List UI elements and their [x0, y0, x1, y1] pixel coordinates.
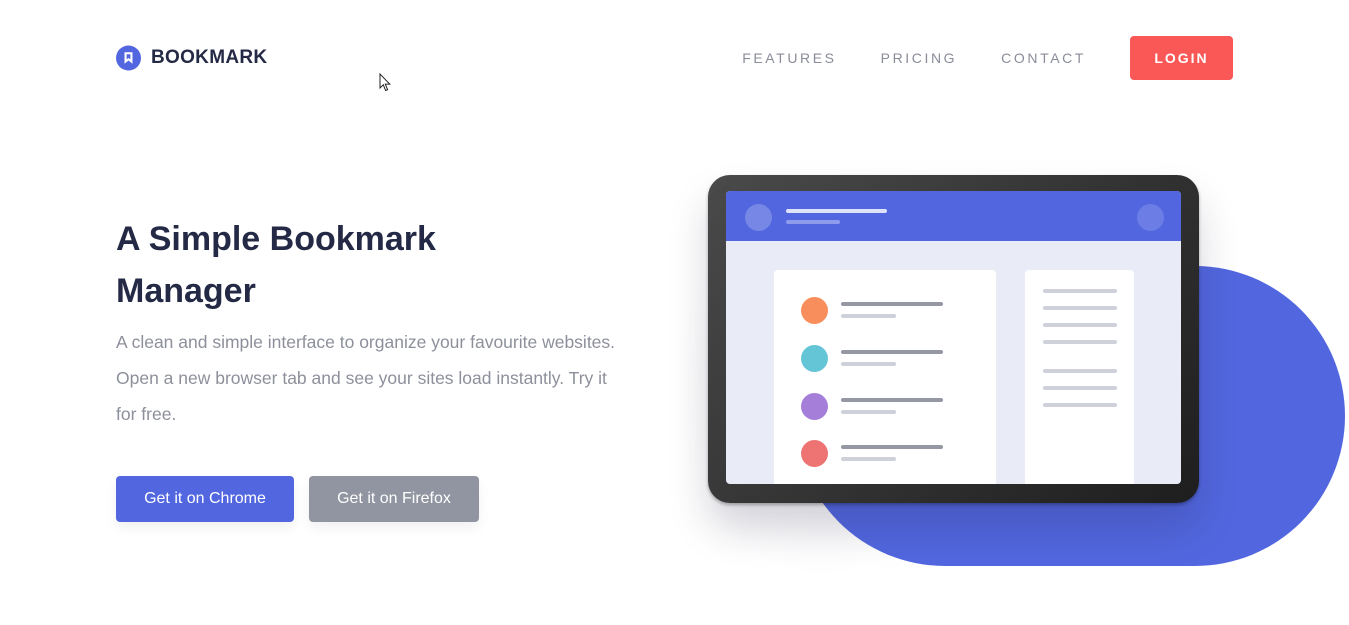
bookmark-subline	[841, 314, 896, 318]
bookmark-list-card	[774, 270, 996, 484]
sidebar-line	[1043, 306, 1117, 310]
bookmark-item	[801, 393, 981, 421]
sidebar-line	[1043, 386, 1117, 390]
sidebar-line	[1043, 403, 1117, 407]
sidebar-line	[1043, 340, 1117, 344]
login-button[interactable]: LOGIN	[1130, 36, 1233, 80]
bookmark-dot	[801, 393, 828, 420]
main-nav: FEATURES PRICING CONTACT LOGIN	[742, 36, 1233, 80]
hero-title-line2: Manager	[116, 272, 256, 310]
tablet-illustration	[708, 175, 1199, 503]
nav-contact-link[interactable]: CONTACT	[1001, 50, 1086, 66]
nav-features-link[interactable]: FEATURES	[742, 50, 836, 66]
sidebar-line	[1043, 369, 1117, 373]
bookmark-subline	[841, 410, 896, 414]
hero-description: A clean and simple interface to organize…	[116, 332, 616, 424]
bookmark-item	[801, 345, 981, 373]
bookmark-dot	[801, 297, 828, 324]
bookmark-line	[841, 398, 943, 402]
nav-pricing-link[interactable]: PRICING	[881, 50, 958, 66]
bookmark-dot	[801, 440, 828, 467]
bookmark-line	[841, 350, 943, 354]
mouse-cursor-icon	[379, 73, 391, 92]
screen-header-subline	[786, 220, 840, 224]
hero-title-line1: A Simple Bookmark	[116, 220, 436, 258]
hero-title: A Simple Bookmark Manager	[116, 213, 556, 317]
brand-name: BOOKMARK	[151, 47, 268, 68]
bookmark-subline	[841, 362, 896, 366]
brand-logo[interactable]: BOOKMARK	[116, 45, 267, 71]
bookmark-item	[801, 440, 981, 468]
bookmark-item	[801, 297, 981, 325]
bookmark-line	[841, 445, 943, 449]
sidebar-line	[1043, 289, 1117, 293]
bookmark-subline	[841, 457, 896, 461]
tablet-screen	[726, 191, 1181, 484]
screen-header	[726, 191, 1181, 241]
bookmark-dot	[801, 345, 828, 372]
bookmark-logo-icon	[116, 45, 141, 71]
bookmark-line	[841, 302, 943, 306]
get-firefox-button[interactable]: Get it on Firefox	[309, 476, 479, 522]
screen-avatar	[745, 204, 772, 231]
sidebar-line	[1043, 323, 1117, 327]
sidebar-card	[1025, 270, 1134, 484]
landing-page: BOOKMARK FEATURES PRICING CONTACT LOGIN …	[0, 0, 1349, 625]
screen-header-circle	[1137, 204, 1164, 231]
get-chrome-button[interactable]: Get it on Chrome	[116, 476, 294, 522]
screen-header-line	[786, 209, 887, 213]
